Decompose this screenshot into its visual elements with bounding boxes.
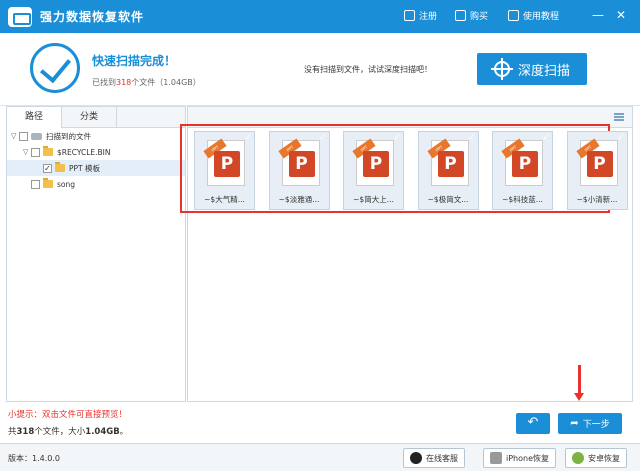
deep-scan-hint: 没有扫描到文件，试试深度扫描吧！ — [304, 65, 432, 74]
file-tile[interactable]: ✓ PPT P ~$大气精... — [194, 131, 255, 210]
file-name: ~$大气精... — [204, 195, 245, 204]
tree-checkbox[interactable] — [19, 131, 28, 141]
powerpoint-logo: P — [288, 151, 315, 177]
tree-node[interactable]: song — [7, 176, 185, 192]
tree-node[interactable]: ▽ $RECYCLE.BIN — [7, 144, 185, 160]
check-circle-icon — [30, 43, 80, 93]
tab-category[interactable]: 分类 — [62, 107, 117, 128]
tutorial-link[interactable]: 使用教程 — [508, 9, 559, 22]
title-bar: 强力数据恢复软件 注册 购买 使用教程 — ✕ — [0, 0, 640, 33]
online-service-button[interactable]: 在线客服 — [403, 448, 465, 468]
powerpoint-logo: P — [512, 151, 538, 177]
file-tile[interactable]: ✓ PPT P ~$淡雅通... — [268, 131, 330, 210]
register-icon — [404, 10, 415, 21]
ppt-file-icon: PPT P — [575, 138, 618, 186]
version-label: 版本：1.4.0.0 — [8, 454, 60, 463]
tab-path[interactable]: 路径 — [7, 107, 62, 128]
scan-result-header: 快速扫描完成！ 已找到318个文件（1.04GB） 没有扫描到文件，试试深度扫描… — [0, 33, 640, 106]
android-recovery-button[interactable]: 安卓恢复 — [565, 448, 627, 468]
path-tree-panel: 路径 分类 ▽ 扫描到的文件 ▽ $RECYCLE.BIN ✓ PPT 模板 song — [6, 106, 186, 402]
powerpoint-logo: P — [586, 151, 613, 177]
buy-link[interactable]: 购买 — [455, 9, 488, 22]
folder-icon — [43, 178, 53, 188]
status-bar: 版本：1.4.0.0 在线客服 iPhone恢复 安卓恢复 — [0, 443, 640, 471]
tree-node-label: PPT 模板 — [69, 163, 101, 173]
tree-node-label: song — [57, 179, 76, 189]
tree-checkbox[interactable]: ✓ — [43, 163, 52, 173]
back-button[interactable]: ↶ — [516, 413, 550, 434]
iphone-icon — [490, 452, 502, 464]
drive-icon — [31, 132, 42, 140]
scan-complete-title: 快速扫描完成！ — [92, 54, 177, 68]
tree-checkbox[interactable] — [31, 147, 40, 157]
tree-node[interactable]: ▽ 扫描到的文件 — [7, 128, 185, 144]
tree-node[interactable]: ✓ PPT 模板 — [7, 160, 185, 176]
ppt-file-icon: PPT P — [352, 138, 394, 186]
file-tile[interactable]: ✓ PPT P ~$科技蓝... — [492, 131, 553, 210]
view-menu-icon[interactable] — [614, 113, 624, 121]
iphone-recovery-button[interactable]: iPhone恢复 — [483, 448, 557, 468]
powerpoint-logo: P — [363, 151, 389, 177]
next-step-button[interactable]: ➦ 下一步 — [558, 413, 622, 434]
check-icon[interactable]: ✓ — [617, 133, 625, 143]
tree-node-label: 扫描到的文件 — [46, 131, 91, 141]
qq-icon — [410, 452, 422, 464]
tree-node-label: $RECYCLE.BIN — [57, 147, 111, 157]
book-icon — [508, 10, 519, 21]
folder-tree: ▽ 扫描到的文件 ▽ $RECYCLE.BIN ✓ PPT 模板 song — [7, 128, 185, 192]
file-name: ~$淡雅通... — [278, 195, 320, 204]
cart-icon — [455, 10, 466, 21]
check-icon[interactable]: ✓ — [244, 133, 252, 143]
android-icon — [572, 452, 584, 464]
file-tile[interactable]: ✓ PPT P ~$简大上... — [343, 131, 404, 210]
crosshair-icon — [490, 58, 513, 80]
app-logo-icon — [8, 6, 32, 27]
powerpoint-logo: P — [214, 151, 240, 177]
tree-checkbox[interactable] — [31, 179, 40, 189]
app-title: 强力数据恢复软件 — [40, 10, 145, 24]
ppt-file-icon: PPT P — [501, 138, 543, 186]
ppt-file-icon: PPT P — [277, 138, 320, 186]
check-icon[interactable]: ✓ — [319, 133, 327, 143]
expand-arrow-icon[interactable]: ▽ — [11, 132, 19, 140]
ppt-file-icon: PPT P — [203, 138, 245, 186]
file-tile[interactable]: ✓ PPT P ~$小清新... — [566, 131, 628, 210]
powerpoint-logo: P — [437, 151, 464, 177]
check-icon[interactable]: ✓ — [393, 133, 401, 143]
preview-tip: 小提示：双击文件可直接预览！ — [8, 410, 128, 420]
file-name: ~$小清新... — [576, 195, 618, 204]
scan-found-summary: 已找到318个文件（1.04GB） — [92, 78, 201, 87]
expand-arrow-icon[interactable]: ▽ — [23, 148, 31, 156]
found-count: 318 — [116, 78, 132, 87]
file-name: ~$简大上... — [353, 195, 394, 204]
register-link[interactable]: 注册 — [404, 9, 437, 22]
red-arrow-annotation — [574, 365, 584, 401]
minimize-button[interactable]: — — [591, 7, 605, 23]
check-icon[interactable]: ✓ — [468, 133, 476, 143]
close-button[interactable]: ✕ — [614, 7, 628, 23]
folder-icon — [55, 162, 65, 172]
file-name: ~$科技蓝... — [502, 195, 543, 204]
file-tile[interactable]: ✓ PPT P ~$极简文... — [417, 131, 479, 210]
folder-icon — [43, 146, 53, 156]
forward-arrow-icon: ➦ — [570, 418, 579, 429]
panel-tabs: 路径 分类 — [7, 107, 185, 128]
ppt-file-icon: PPT P — [426, 138, 469, 186]
deep-scan-button[interactable]: 深度扫描 — [477, 53, 587, 85]
file-summary: 共318个文件，大小1.04GB。 — [8, 427, 129, 437]
check-icon[interactable]: ✓ — [542, 133, 550, 143]
file-name: ~$极简文... — [427, 195, 469, 204]
